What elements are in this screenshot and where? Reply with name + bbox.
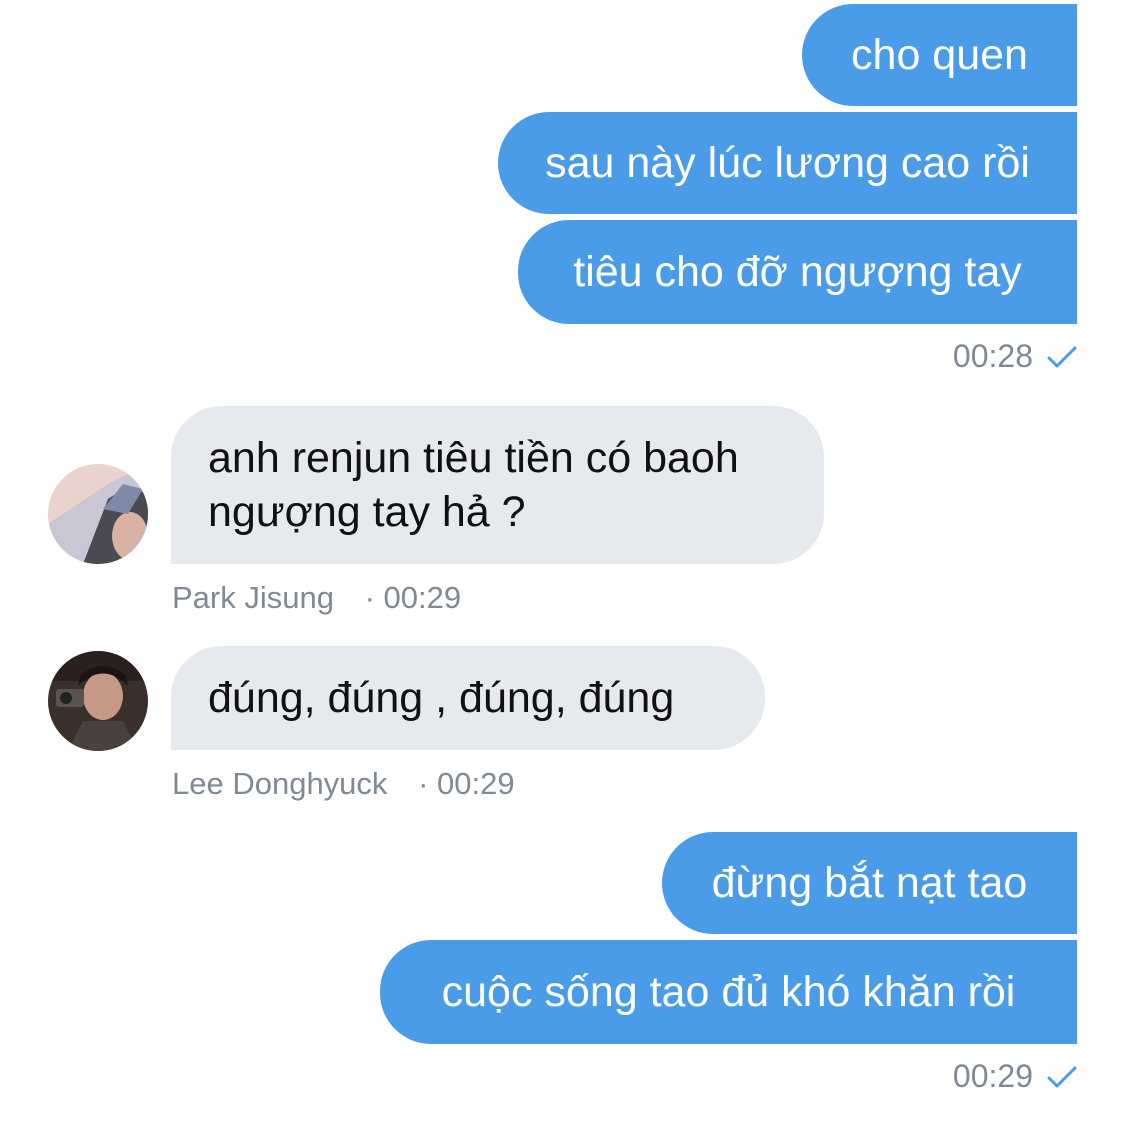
message-text: sau này lúc lương cao rồi <box>545 139 1030 187</box>
outgoing-message[interactable]: cuộc sống tao đủ khó khăn rồi <box>380 940 1077 1044</box>
incoming-message[interactable]: đúng, đúng , đúng, đúng <box>171 646 765 750</box>
sender-meta: Lee Donghyuck · 00:29 <box>172 766 515 802</box>
message-text-line: ngượng tay hả ? <box>208 488 526 536</box>
sender-name[interactable]: Park Jisung <box>172 580 334 615</box>
timestamp: 00:29 <box>952 1058 1033 1094</box>
incoming-message[interactable]: anh renjun tiêu tiền có baoh ngượng tay … <box>171 406 824 564</box>
message-text: cuộc sống tao đủ khó khăn rồi <box>441 968 1016 1016</box>
outgoing-message[interactable]: tiêu cho đỡ ngượng tay <box>518 220 1077 324</box>
outgoing-message[interactable]: đừng bắt nạt tao <box>662 832 1077 934</box>
message-text: đúng, đúng , đúng, đúng <box>208 674 675 722</box>
outgoing-message[interactable]: cho quen <box>802 4 1077 106</box>
timestamp: 00:28 <box>952 338 1033 374</box>
timestamp: · 00:29 <box>418 766 515 801</box>
message-status: 00:28 <box>953 338 1077 375</box>
read-check-icon <box>1047 1066 1077 1087</box>
read-check-icon <box>1047 346 1077 367</box>
outgoing-message[interactable]: sau này lúc lương cao rồi <box>498 112 1077 214</box>
sender-name[interactable]: Lee Donghyuck <box>172 766 387 801</box>
sender-meta: Park Jisung · 00:29 <box>172 580 461 616</box>
message-status: 00:29 <box>953 1058 1077 1095</box>
avatar-lee-donghyuck[interactable] <box>48 651 148 751</box>
timestamp: · 00:29 <box>364 580 462 615</box>
message-text-line: anh renjun tiêu tiền có baoh <box>208 434 739 482</box>
message-text: tiêu cho đỡ ngượng tay <box>573 248 1022 296</box>
avatar-park-jisung[interactable] <box>48 464 148 564</box>
message-text: cho quen <box>851 31 1028 79</box>
message-text: đừng bắt nạt tao <box>711 859 1028 907</box>
